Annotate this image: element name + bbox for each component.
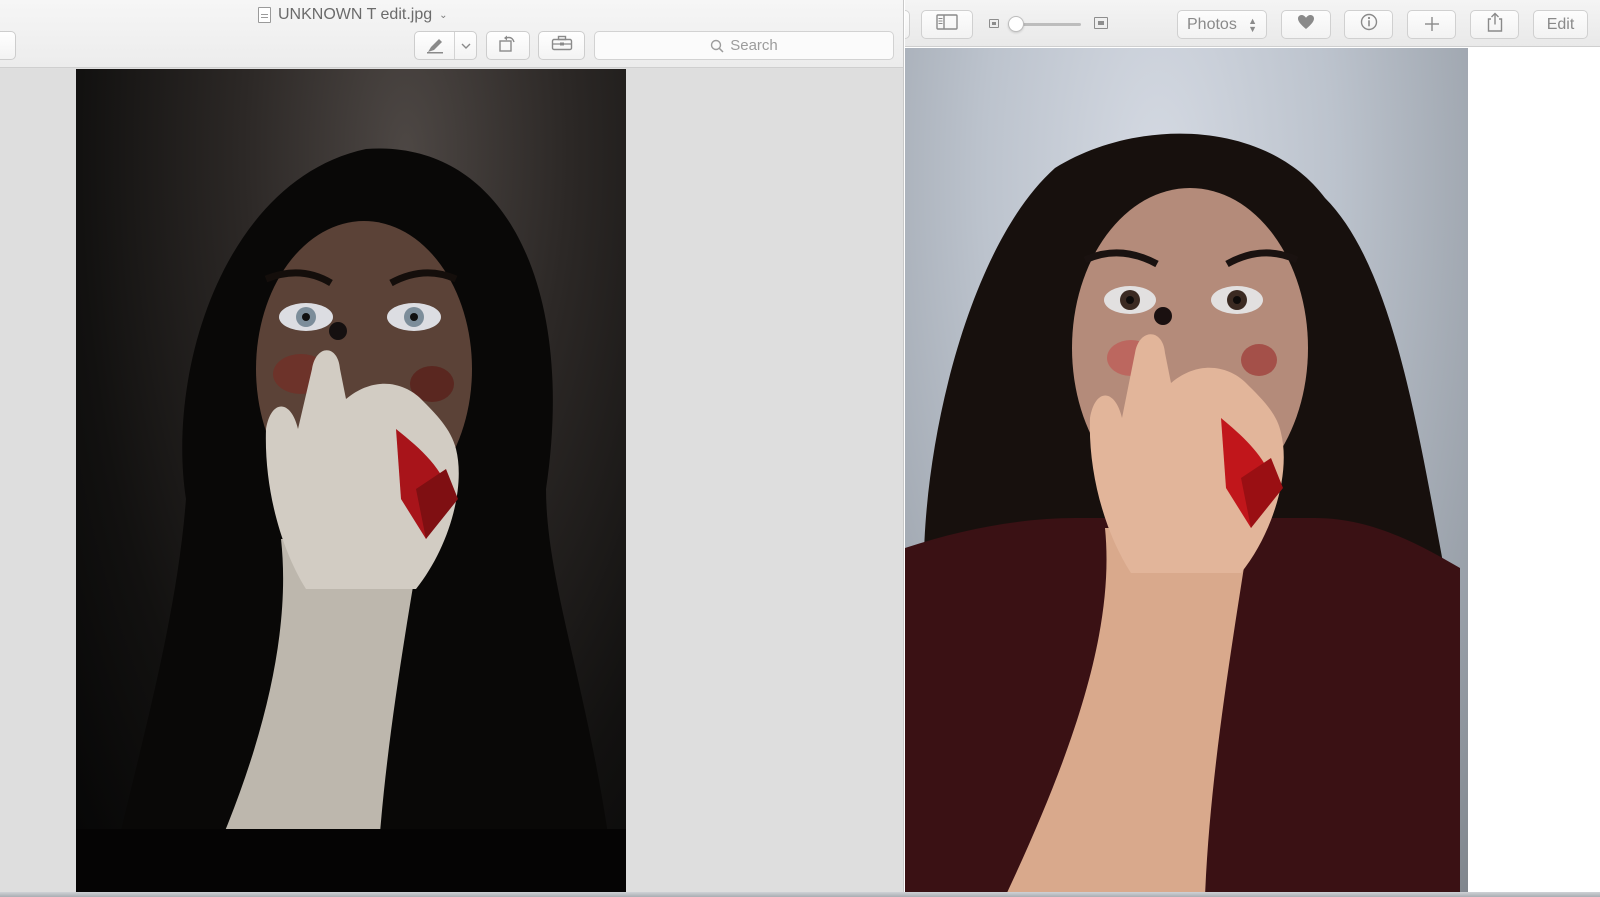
edited-photo <box>76 69 626 897</box>
zoom-slider-knob[interactable] <box>1008 16 1024 32</box>
view-select[interactable]: Photos ▲ ▼ <box>1177 10 1267 39</box>
share-icon <box>1487 12 1503 37</box>
pen-icon <box>415 32 455 59</box>
document-icon <box>258 7 271 23</box>
rotate-button[interactable] <box>486 31 530 60</box>
sidebar-toggle-button[interactable] <box>921 10 973 39</box>
plus-icon <box>1424 12 1440 38</box>
preview-toolbar: UNKNOWN T edit.jpg ⌄ Search <box>0 0 903 68</box>
photos-toolbar: Photos ▲ ▼ Edit <box>905 0 1600 47</box>
share-button[interactable] <box>1470 10 1519 39</box>
updown-chevron-icon: ▲ ▼ <box>1248 15 1257 34</box>
zoom-large-icon <box>1094 17 1108 29</box>
info-icon <box>1360 13 1378 36</box>
info-button[interactable] <box>1344 10 1393 39</box>
chevron-down-icon[interactable] <box>455 43 476 49</box>
photos-window: Photos ▲ ▼ Edit <box>905 0 1600 897</box>
preview-window: UNKNOWN T edit.jpg ⌄ Search <box>0 0 904 897</box>
zoom-small-icon <box>989 19 999 28</box>
markup-button[interactable] <box>414 31 477 60</box>
favorite-button[interactable] <box>1281 10 1331 39</box>
search-input[interactable]: Search <box>594 31 894 60</box>
edit-button-label: Edit <box>1546 15 1575 33</box>
rotate-icon <box>498 34 518 57</box>
original-photo-illustration <box>905 133 1460 897</box>
sidebar-icon <box>936 14 958 35</box>
edit-button[interactable]: Edit <box>1533 10 1588 39</box>
toolbox-button[interactable] <box>538 31 585 60</box>
edited-photo-illustration <box>76 148 626 897</box>
document-title-text: UNKNOWN T edit.jpg <box>278 6 433 23</box>
chevron-down-icon[interactable]: ⌄ <box>439 10 447 21</box>
back-button[interactable] <box>905 10 910 39</box>
add-button[interactable] <box>1407 10 1456 39</box>
desktop-bottom-edge <box>0 892 1600 897</box>
sidebar-toggle-button[interactable] <box>0 31 16 60</box>
search-icon <box>710 39 724 53</box>
original-photo <box>905 48 1468 897</box>
toolbox-icon <box>551 35 573 56</box>
heart-icon <box>1297 14 1315 35</box>
document-title[interactable]: UNKNOWN T edit.jpg ⌄ <box>258 4 448 26</box>
search-placeholder: Search <box>730 37 778 54</box>
view-select-value: Photos <box>1187 15 1237 33</box>
